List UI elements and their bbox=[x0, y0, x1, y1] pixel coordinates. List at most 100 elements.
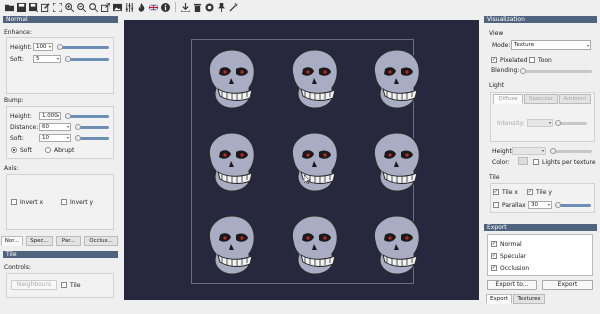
slider-handle[interactable] bbox=[555, 120, 561, 126]
tab-normal[interactable]: Nor... bbox=[1, 236, 23, 246]
parallax-slider[interactable] bbox=[555, 202, 591, 208]
save-icon[interactable] bbox=[16, 2, 27, 13]
slider-handle[interactable] bbox=[65, 113, 71, 119]
intensity-spinbox[interactable]: ▾ bbox=[527, 119, 553, 127]
slider-handle[interactable] bbox=[57, 44, 63, 50]
bump-soft-spinbox[interactable]: 10 ▾ bbox=[39, 134, 71, 142]
download-icon[interactable] bbox=[180, 2, 191, 13]
parallax-spinbox[interactable]: 30 ▾ bbox=[528, 201, 552, 209]
save-as-icon[interactable] bbox=[28, 2, 39, 13]
export-to-button[interactable]: Export to... bbox=[487, 280, 537, 290]
enhance-soft-slider[interactable] bbox=[65, 56, 109, 62]
export-occlusion-label: Occlusion bbox=[500, 265, 530, 272]
export-normal-checkbox[interactable]: ✓ bbox=[491, 241, 497, 247]
info-icon[interactable] bbox=[160, 2, 171, 13]
record-icon[interactable] bbox=[204, 2, 215, 13]
zoom-in-icon[interactable] bbox=[64, 2, 75, 13]
export-button[interactable]: Export bbox=[542, 280, 593, 290]
slider-handle[interactable] bbox=[65, 56, 71, 62]
external-open-icon[interactable] bbox=[100, 2, 111, 13]
bump-soft-slider[interactable] bbox=[75, 135, 109, 141]
slider-handle[interactable] bbox=[75, 135, 81, 141]
invert-y-label: Invert y bbox=[70, 199, 94, 206]
parallax-checkbox[interactable] bbox=[493, 202, 499, 208]
tab-diffuse[interactable]: Diffuse bbox=[493, 94, 523, 104]
slider-handle[interactable] bbox=[75, 124, 81, 130]
tab-occlusion[interactable]: Occlus... bbox=[84, 236, 118, 246]
light-color-swatch[interactable] bbox=[518, 157, 528, 165]
pixelated-checkbox[interactable]: ✓ bbox=[491, 57, 497, 63]
tab-textures[interactable]: Textures bbox=[513, 294, 545, 304]
lights-per-texture-checkbox[interactable] bbox=[533, 159, 539, 165]
blending-label: Blending: bbox=[491, 67, 520, 74]
tile-checkbox[interactable] bbox=[61, 282, 67, 288]
slider-handle[interactable] bbox=[555, 202, 561, 208]
bump-height-slider[interactable] bbox=[65, 113, 109, 119]
radio-soft[interactable] bbox=[11, 147, 17, 153]
spin-arrows-icon[interactable]: ▾ bbox=[67, 135, 69, 141]
intensity-slider[interactable] bbox=[555, 120, 587, 126]
invert-y-checkbox[interactable] bbox=[61, 199, 67, 205]
image-icon[interactable] bbox=[112, 2, 123, 13]
enhance-title: Enhance: bbox=[4, 29, 32, 36]
export-specular-checkbox[interactable]: ✓ bbox=[491, 253, 497, 259]
tab-light-specular[interactable]: Specular bbox=[524, 94, 558, 104]
light-height-slider[interactable] bbox=[550, 148, 592, 154]
spin-arrows-icon[interactable]: ▾ bbox=[67, 124, 69, 130]
invert-x-label: Invert x bbox=[20, 199, 44, 206]
slider-handle[interactable] bbox=[520, 68, 526, 74]
export-occlusion-checkbox[interactable]: ✓ bbox=[491, 265, 497, 271]
bump-height-spinbox[interactable]: 1.000 ▾ bbox=[39, 112, 61, 120]
enhance-height-label: Height: bbox=[10, 44, 32, 51]
tab-specular[interactable]: Spec... bbox=[26, 236, 53, 246]
bump-distance-spinbox[interactable]: 60 ▾ bbox=[39, 123, 71, 131]
chevron-down-icon[interactable]: ▾ bbox=[587, 42, 589, 50]
export-list[interactable]: ✓ Normal ✓ Specular ✓ Occlusion bbox=[487, 234, 593, 276]
spin-arrows-icon[interactable]: ▾ bbox=[49, 44, 51, 50]
fit-view-icon[interactable] bbox=[52, 2, 63, 13]
spin-arrows-icon[interactable]: ▾ bbox=[549, 120, 551, 126]
tab-export[interactable]: Export bbox=[486, 294, 512, 304]
folder-open-icon[interactable] bbox=[4, 2, 15, 13]
skull-tile bbox=[367, 47, 423, 113]
sliders-icon[interactable] bbox=[124, 2, 135, 13]
pin-icon[interactable] bbox=[216, 2, 227, 13]
magic-wand-icon[interactable] bbox=[228, 2, 239, 13]
fire-icon[interactable] bbox=[136, 2, 147, 13]
light-title: Light bbox=[489, 82, 504, 89]
spin-arrows-icon[interactable]: ▾ bbox=[548, 202, 550, 208]
spin-arrows-icon[interactable]: ▾ bbox=[542, 148, 544, 154]
spin-arrows-icon[interactable]: ▾ bbox=[57, 56, 59, 62]
edit-icon[interactable] bbox=[40, 2, 51, 13]
spin-arrows-icon[interactable]: ▾ bbox=[57, 113, 59, 119]
pixelated-label: Pixelated bbox=[500, 57, 528, 64]
radio-abrupt-label: Abrupt bbox=[54, 147, 75, 154]
zoom-out-icon[interactable] bbox=[76, 2, 87, 13]
tab-ambient[interactable]: Ambient bbox=[559, 94, 591, 104]
light-height-spinbox[interactable]: ▾ bbox=[512, 147, 546, 155]
toon-checkbox[interactable] bbox=[529, 57, 535, 63]
mode-select[interactable]: Texture ▾ bbox=[511, 40, 591, 50]
enhance-height-slider[interactable] bbox=[57, 44, 109, 50]
enhance-soft-spinbox[interactable]: 5 ▾ bbox=[33, 55, 61, 63]
radio-abrupt[interactable] bbox=[45, 147, 51, 153]
skull-tile bbox=[367, 130, 423, 196]
flag-uk-icon[interactable] bbox=[148, 2, 159, 13]
bump-distance-slider[interactable] bbox=[75, 124, 109, 130]
texture-viewport[interactable] bbox=[124, 20, 479, 300]
zoom-reset-icon[interactable] bbox=[88, 2, 99, 13]
tile-group: ✓ Tile x ✓ Tile y Parallax 30 ▾ bbox=[490, 183, 595, 213]
skull-tile bbox=[367, 213, 423, 279]
controls-title: Controls: bbox=[4, 264, 31, 271]
tile-x-checkbox[interactable]: ✓ bbox=[493, 189, 499, 195]
skull-tile bbox=[202, 213, 258, 279]
tab-parallax[interactable]: Par... bbox=[56, 236, 81, 246]
slider-handle[interactable] bbox=[550, 148, 556, 154]
trash-icon[interactable] bbox=[192, 2, 203, 13]
tile-y-checkbox[interactable]: ✓ bbox=[527, 189, 533, 195]
blending-slider[interactable] bbox=[520, 68, 592, 74]
neighbours-button[interactable]: Neighbours bbox=[11, 280, 57, 290]
skull-tile bbox=[202, 130, 258, 196]
enhance-height-spinbox[interactable]: 100 ▾ bbox=[33, 43, 53, 51]
invert-x-checkbox[interactable] bbox=[11, 199, 17, 205]
